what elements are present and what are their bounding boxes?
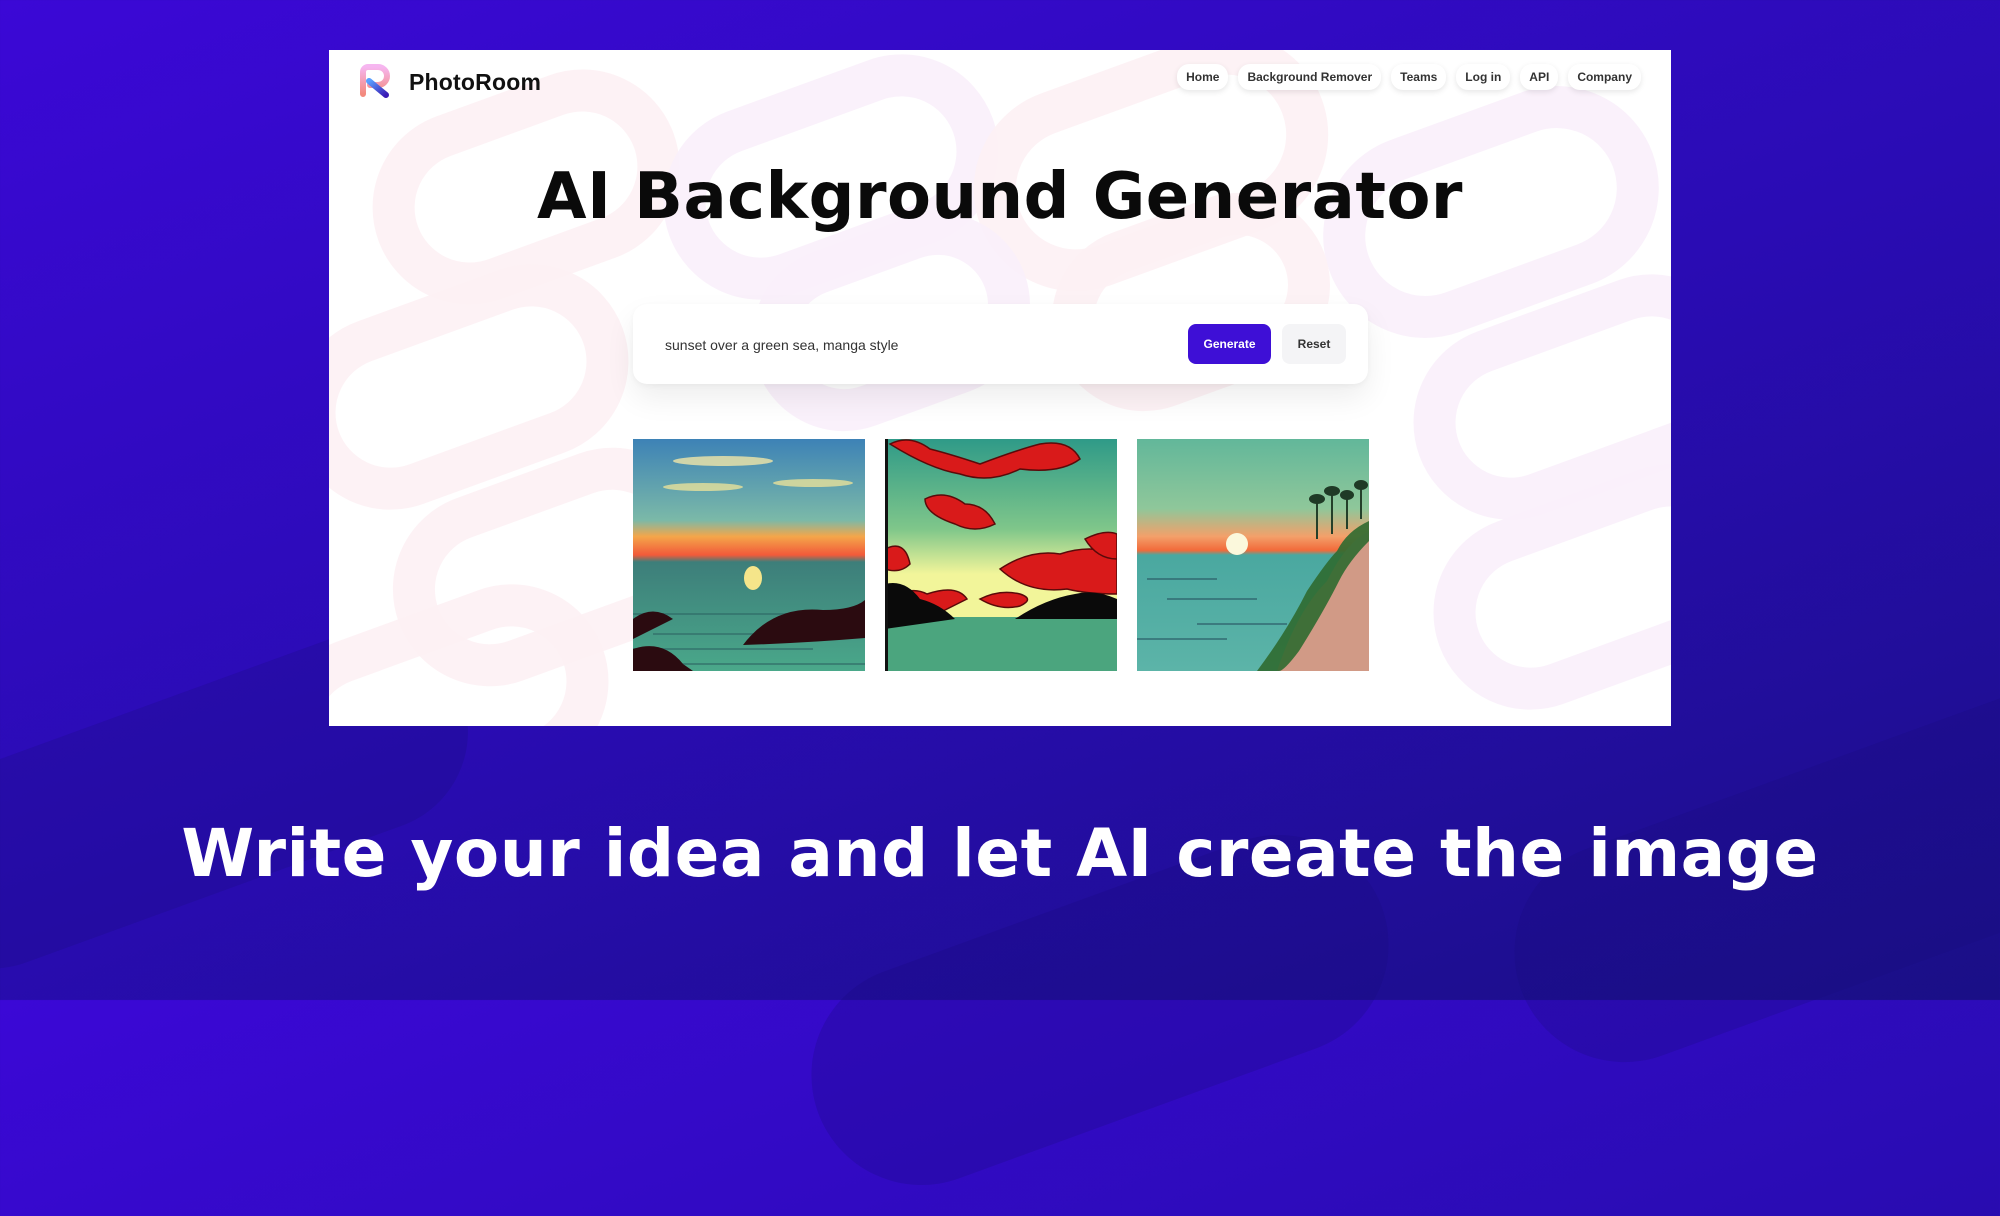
generated-image-1[interactable]: [633, 439, 865, 671]
red-clouds-image: [885, 439, 1117, 671]
generate-button[interactable]: Generate: [1188, 324, 1271, 364]
sunset-image: [633, 439, 865, 671]
brand-name: PhotoRoom: [409, 68, 542, 95]
nav-menu: Home Background Remover Teams Log in API…: [1177, 64, 1641, 90]
photoroom-r-logo-icon: [360, 64, 390, 98]
nav-item-background-remover[interactable]: Background Remover: [1238, 64, 1382, 90]
generated-images: [633, 439, 1369, 671]
nav-item-api[interactable]: API: [1520, 64, 1559, 90]
website-screenshot: PhotoRoom Home Background Remover Teams …: [329, 50, 1671, 726]
coastline-image: [1137, 439, 1369, 671]
nav-item-log-in[interactable]: Log in: [1456, 64, 1511, 90]
top-nav: PhotoRoom Home Background Remover Teams …: [329, 50, 1671, 112]
nav-item-teams[interactable]: Teams: [1391, 64, 1447, 90]
prompt-input[interactable]: [663, 330, 1167, 360]
tagline: Write your idea and let AI create the im…: [181, 815, 1819, 892]
generated-image-3[interactable]: [1137, 439, 1369, 671]
nav-item-company[interactable]: Company: [1568, 64, 1641, 90]
reset-button[interactable]: Reset: [1282, 324, 1346, 364]
page-title: AI Background Generator: [537, 160, 1463, 234]
prompt-box: Generate Reset: [633, 304, 1368, 384]
generated-image-2[interactable]: [885, 439, 1117, 671]
brand-logo[interactable]: PhotoRoom: [359, 64, 541, 100]
nav-item-home[interactable]: Home: [1177, 64, 1229, 90]
